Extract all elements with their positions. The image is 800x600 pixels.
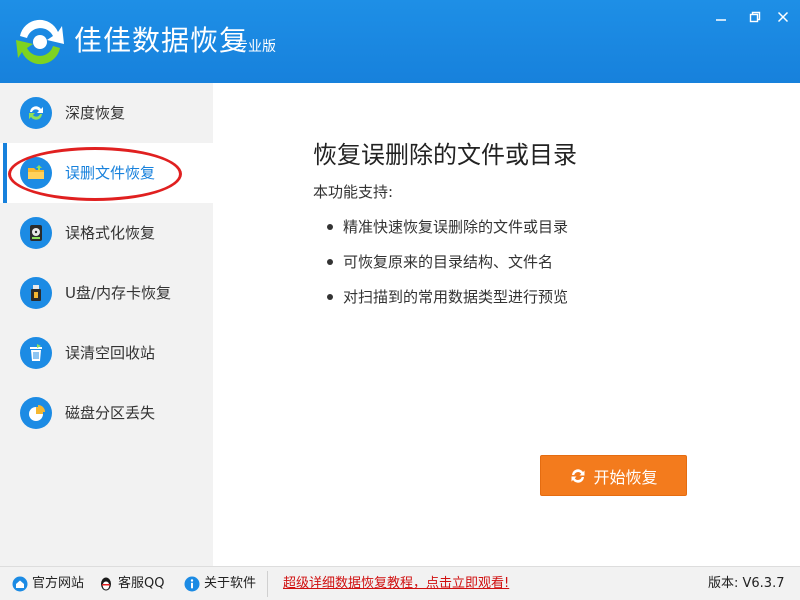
- deep-scan-icon: [20, 97, 52, 129]
- home-icon: [12, 576, 28, 592]
- page-title: 恢复误删除的文件或目录: [313, 141, 577, 169]
- feature-item: 对扫描到的常用数据类型进行预览: [327, 287, 568, 307]
- feature-item: 可恢复原来的目录结构、文件名: [327, 252, 553, 272]
- version-label: 版本: V6.3.7: [708, 576, 785, 591]
- sidebar-item-label: 误清空回收站: [65, 344, 156, 362]
- sidebar-item-recycle-bin-recovery[interactable]: 误清空回收站: [0, 323, 213, 383]
- sidebar-item-label: 磁盘分区丢失: [65, 404, 156, 422]
- title-bar: 佳佳数据恢复 专业版: [0, 0, 800, 83]
- app-title: 佳佳数据恢复: [74, 24, 249, 57]
- qq-penguin-icon: [101, 577, 111, 591]
- maximize-button[interactable]: [742, 6, 768, 28]
- app-logo-icon: [16, 19, 64, 65]
- official-website-link[interactable]: 官方网站: [12, 576, 84, 592]
- sidebar: 深度恢复 误删文件恢复 误格式化恢复 U盘/内存卡恢复 误清空回收站 磁盘分区丢…: [0, 83, 213, 566]
- maximize-icon: [749, 11, 761, 23]
- hard-disk-icon: [20, 217, 52, 249]
- bullet-icon: [327, 294, 333, 300]
- customer-service-qq-link[interactable]: 客服QQ: [98, 576, 164, 592]
- pie-partition-icon: [20, 397, 52, 429]
- about-software-link[interactable]: 关于软件: [184, 576, 256, 592]
- tutorial-promo-link[interactable]: 超级详细数据恢复教程，点击立即观看!: [283, 576, 509, 592]
- app-edition: 专业版: [234, 39, 276, 55]
- sidebar-item-format-recovery[interactable]: 误格式化恢复: [0, 203, 213, 263]
- close-button[interactable]: [770, 6, 796, 28]
- refresh-icon: [571, 468, 585, 483]
- sidebar-item-usb-card-recovery[interactable]: U盘/内存卡恢复: [0, 263, 213, 323]
- feature-intro: 本功能支持:: [313, 183, 394, 201]
- start-recovery-button[interactable]: 开始恢复: [540, 455, 687, 496]
- info-icon: [184, 576, 200, 592]
- minimize-button[interactable]: [708, 6, 734, 28]
- feature-text: 精准快速恢复误删除的文件或目录: [343, 218, 569, 236]
- start-recovery-label: 开始恢复: [593, 467, 658, 487]
- footer-divider: [267, 571, 268, 597]
- feature-text: 可恢复原来的目录结构、文件名: [343, 253, 554, 271]
- feature-text: 对扫描到的常用数据类型进行预览: [343, 288, 569, 306]
- minimize-icon: [716, 19, 726, 21]
- close-icon: [777, 11, 789, 23]
- sidebar-item-label: 误删文件恢复: [65, 164, 156, 182]
- sidebar-item-label: 深度恢复: [65, 104, 126, 122]
- sidebar-item-deep-recovery[interactable]: 深度恢复: [0, 83, 213, 143]
- sidebar-item-label: 误格式化恢复: [65, 224, 156, 242]
- feature-item: 精准快速恢复误删除的文件或目录: [327, 217, 568, 237]
- usb-drive-icon: [20, 277, 52, 309]
- folder-icon: [20, 157, 52, 189]
- footer: 官方网站 客服QQ 关于软件 超级详细数据恢复教程，点击立即观看! 版本: V6…: [0, 566, 800, 600]
- sidebar-item-label: U盘/内存卡恢复: [65, 284, 172, 302]
- bullet-icon: [327, 224, 333, 230]
- bullet-icon: [327, 259, 333, 265]
- sidebar-item-deleted-file-recovery[interactable]: 误删文件恢复: [0, 143, 213, 203]
- recycle-bin-icon: [20, 337, 52, 369]
- sidebar-item-partition-recovery[interactable]: 磁盘分区丢失: [0, 383, 213, 443]
